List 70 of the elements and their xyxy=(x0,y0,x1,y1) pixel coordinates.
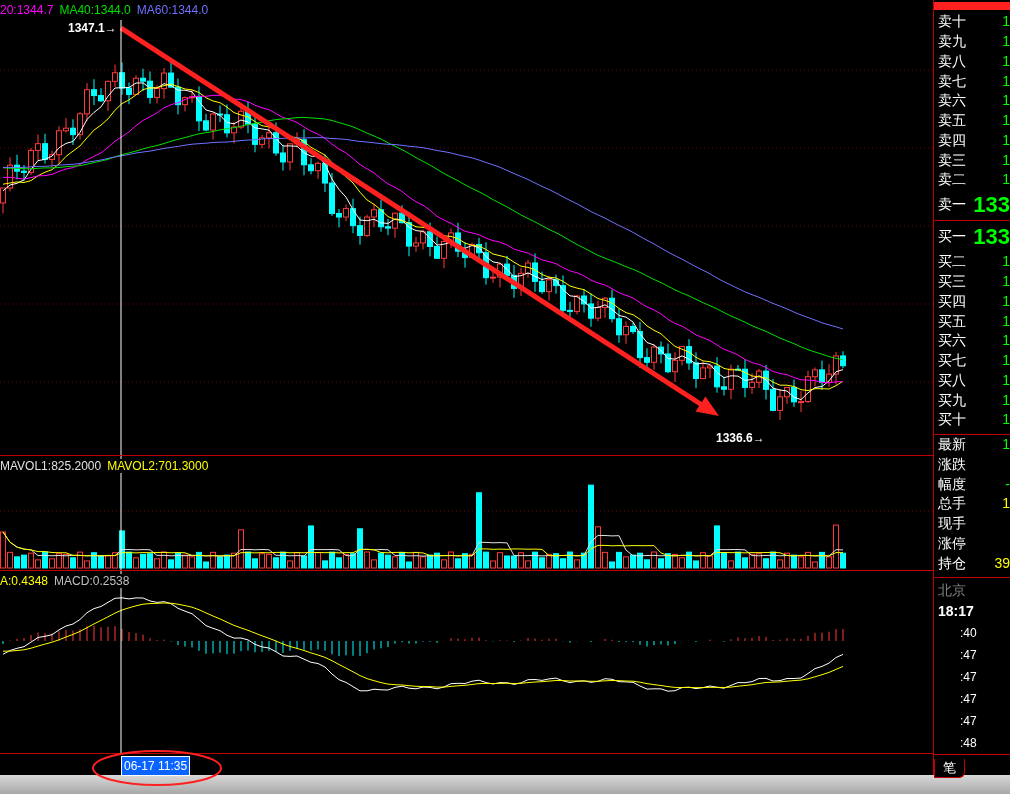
bid-label: 买四 xyxy=(938,291,966,311)
bid-label: 买三 xyxy=(938,272,966,291)
ask-label: 卖五 xyxy=(938,111,966,130)
trades-tab[interactable]: 笔 xyxy=(934,758,965,778)
bid-label: 买六 xyxy=(938,331,966,351)
bid-value: 1 xyxy=(1002,272,1010,291)
city-label: 北京 xyxy=(938,580,967,600)
ask-label: 卖四 xyxy=(938,130,966,150)
ask-label: 卖七 xyxy=(938,71,966,91)
quote-label: 持仓 xyxy=(938,553,966,573)
ask-label: 卖九 xyxy=(938,32,966,51)
bid-label: 买二 xyxy=(938,252,966,272)
ask-label: 卖三 xyxy=(938,150,966,170)
ask-value: 1 xyxy=(1002,32,1010,51)
bid-value: 1 xyxy=(1002,252,1010,272)
quote-label: 幅度 xyxy=(938,474,966,494)
ask-label: 卖八 xyxy=(938,51,966,71)
quote-label: 现手 xyxy=(938,514,966,533)
bid-label: 买九 xyxy=(938,390,966,410)
bid-label: 买五 xyxy=(938,311,966,331)
bid-value: 1 xyxy=(1002,351,1010,370)
ask-value: 1 xyxy=(1002,111,1010,130)
indicator-value: A:0.4348 xyxy=(0,574,49,588)
crosshair-date-label: 06-17 11:35 xyxy=(121,756,191,776)
tick-time: :48 xyxy=(959,734,978,752)
clock-time: 18:17 xyxy=(938,601,975,621)
tick-time: :47 xyxy=(959,646,978,664)
ask-value: 1 xyxy=(1002,71,1010,91)
quote-label: 涨跌 xyxy=(938,454,966,474)
quote-value: 1 xyxy=(1002,435,1010,454)
bid-value: 1 xyxy=(1002,370,1010,390)
quote-label: 最新 xyxy=(938,435,966,454)
quote-value: 39 xyxy=(994,553,1010,573)
bid-label: 买七 xyxy=(938,351,966,370)
low-price-label: 1336.6→ xyxy=(716,430,765,447)
quote-value: 1 xyxy=(1002,494,1010,514)
indicator-value: MA60:1344.0 xyxy=(136,3,209,17)
ask-value: 1 xyxy=(1002,91,1010,111)
ask-value: 1 xyxy=(1002,51,1010,71)
ask-value: 1 xyxy=(1002,170,1010,190)
bid-value: 1 xyxy=(1002,311,1010,331)
tick-time: :47 xyxy=(959,668,978,686)
ask-label: 卖二 xyxy=(938,170,966,190)
quote-label: 总手 xyxy=(938,494,966,514)
indicator-value: 20:1344.7 xyxy=(0,3,54,17)
ask-value: 1 xyxy=(1002,12,1010,32)
high-price-label: 1347.1→ xyxy=(68,20,117,37)
bid-value: 1 xyxy=(1002,331,1010,351)
ask-label: 卖一 xyxy=(938,195,966,215)
ask-label: 卖六 xyxy=(938,91,966,111)
bid-label: 买一 xyxy=(938,227,966,247)
indicator-value: MAVOL2:701.3000 xyxy=(107,459,209,473)
indicator-value: MAVOL1:825.2000 xyxy=(0,459,102,473)
bid-label: 买八 xyxy=(938,370,966,390)
tick-time: :47 xyxy=(959,712,978,730)
quote-value: - xyxy=(1005,474,1010,494)
tick-time: :40 xyxy=(959,624,978,642)
bid-value: 1 xyxy=(1002,291,1010,311)
bid-value: 133 xyxy=(973,223,1010,252)
ask-value: 1 xyxy=(1002,130,1010,150)
quote-label: 涨停 xyxy=(938,533,966,553)
ask-value: 1 xyxy=(1002,150,1010,170)
ask-value: 133 xyxy=(973,191,1010,220)
bid-value: 1 xyxy=(1002,410,1010,430)
bid-label: 买十 xyxy=(938,410,966,430)
indicator-value: MA40:1344.0 xyxy=(59,3,131,17)
tick-time: :47 xyxy=(959,690,978,708)
bid-value: 1 xyxy=(1002,390,1010,410)
ask-label: 卖十 xyxy=(938,12,966,32)
indicator-value: MACD:0.2538 xyxy=(54,574,130,588)
